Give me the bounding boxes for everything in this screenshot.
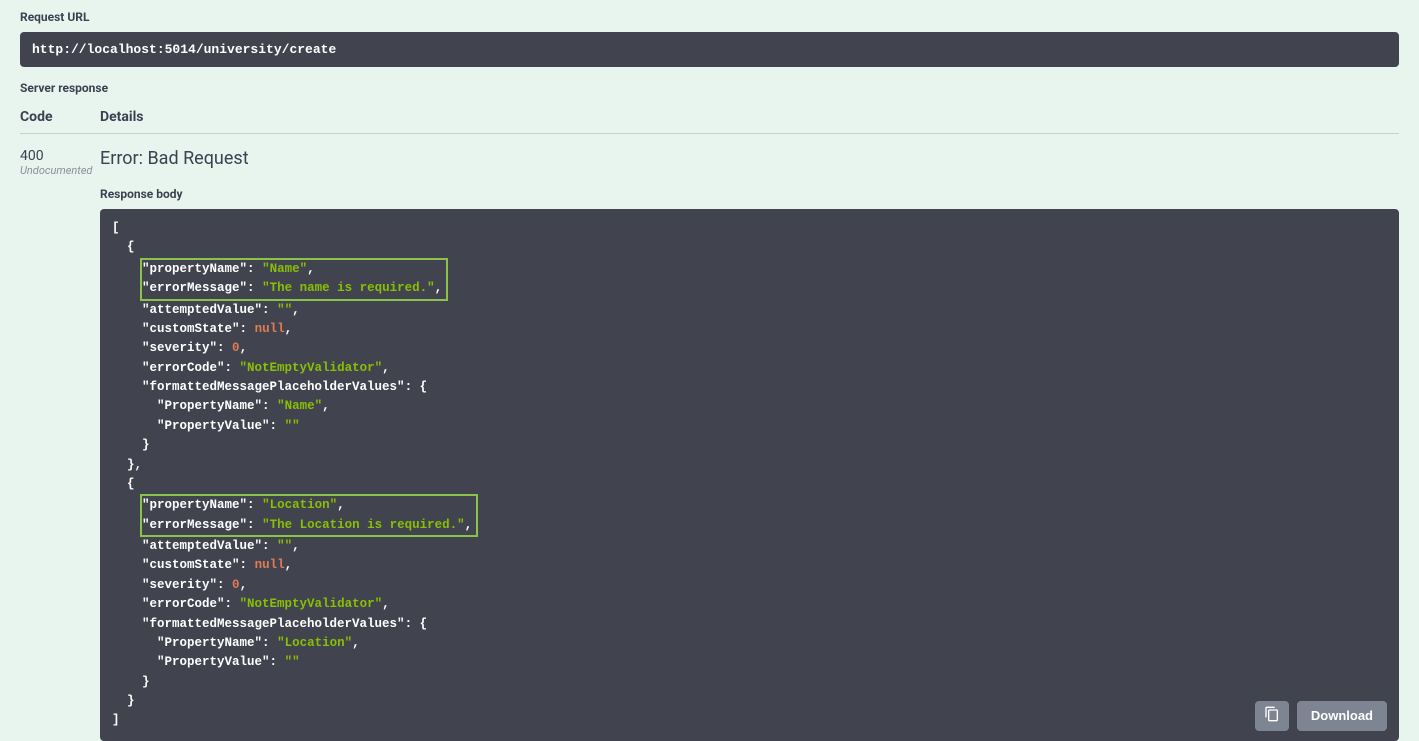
header-details: Details <box>100 109 1399 125</box>
error-title: Error: Bad Request <box>100 148 1399 169</box>
header-code: Code <box>20 109 100 125</box>
status-code: 400 <box>20 148 100 164</box>
clipboard-icon <box>1264 706 1280 725</box>
response-table-header: Code Details <box>20 109 1399 134</box>
undocumented-label: Undocumented <box>20 164 100 177</box>
response-row: 400 Undocumented Error: Bad Request Resp… <box>20 148 1399 741</box>
request-url-value: http://localhost:5014/university/create <box>20 32 1399 67</box>
copy-button[interactable] <box>1255 701 1289 731</box>
download-button[interactable]: Download <box>1297 701 1387 731</box>
response-body-json: [ { "propertyName": "Name","errorMessage… <box>100 209 1399 741</box>
request-url-label: Request URL <box>20 10 1399 24</box>
server-response-label: Server response <box>20 81 1399 95</box>
response-body-label: Response body <box>100 187 1399 201</box>
